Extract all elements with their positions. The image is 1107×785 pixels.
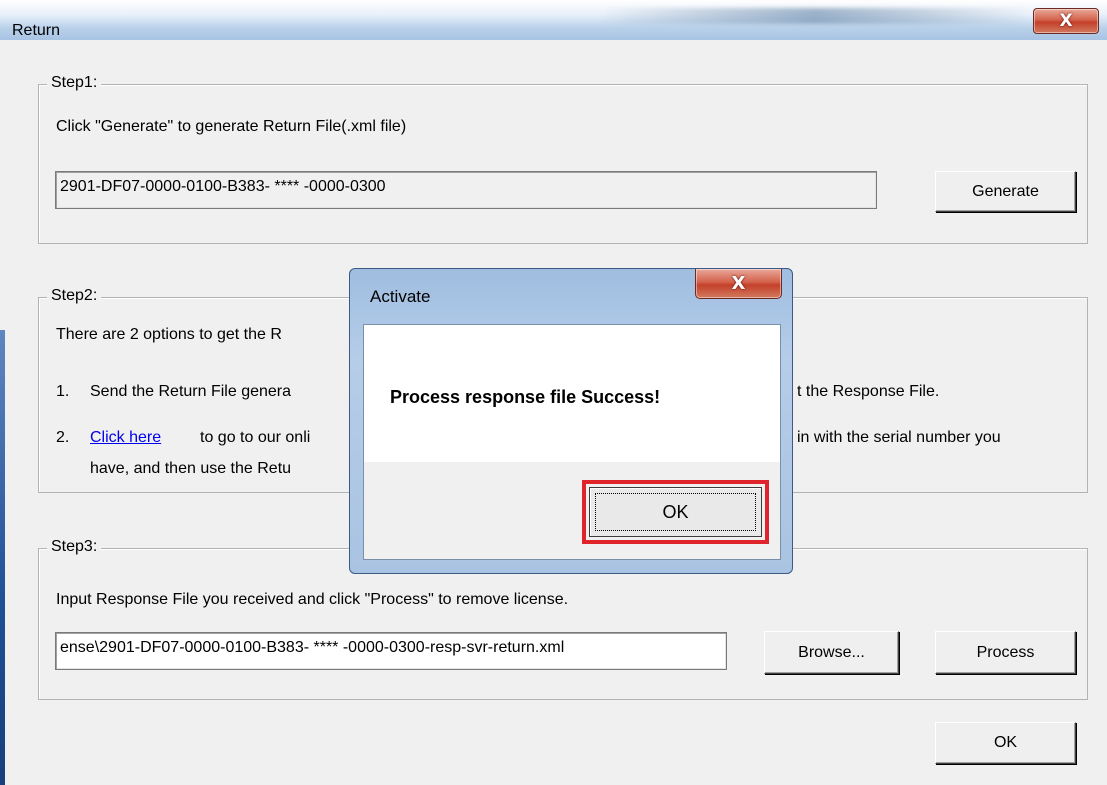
dialog-ok-button[interactable]: OK — [589, 487, 762, 537]
dialog-close-button[interactable]: X — [695, 269, 782, 299]
step3-legend: Step3: — [47, 538, 102, 556]
close-icon: X — [731, 273, 746, 294]
window-edge — [0, 330, 5, 785]
option1-number: 1. — [56, 383, 70, 400]
dialog-body: Process response file Success! OK — [363, 324, 781, 560]
success-message: Process response file Success! — [390, 387, 661, 407]
option1-text: Send the Return File genera — [90, 383, 292, 400]
title-bar-glass — [600, 8, 1030, 24]
generate-button[interactable]: Generate — [935, 171, 1076, 212]
close-button[interactable]: X — [1033, 8, 1099, 34]
option2-text-end: in with the serial number you — [797, 429, 1001, 446]
process-button[interactable]: Process — [935, 631, 1076, 674]
close-icon: X — [1059, 11, 1073, 31]
dialog-ok-label: OK — [662, 501, 689, 522]
step2-intro: There are 2 options to get the R — [56, 326, 282, 343]
dialog-message-area: Process response file Success! — [364, 325, 780, 462]
response-file-field[interactable]: ense\2901-DF07-0000-0100-B383- **** -000… — [55, 632, 727, 670]
click-here-link[interactable]: Click here — [90, 429, 161, 447]
option2-number: 2. — [56, 429, 70, 446]
serial-number-field[interactable]: 2901-DF07-0000-0100-B383- **** -0000-030… — [55, 171, 877, 209]
step1-legend: Step1: — [47, 74, 102, 92]
option1-text-end: t the Response File. — [797, 383, 940, 400]
step2-legend: Step2: — [47, 287, 102, 305]
window-title: Return — [12, 22, 61, 39]
option2-text: to go to our onli — [200, 429, 311, 446]
step1-group: Step1: — [38, 74, 1088, 244]
browse-button[interactable]: Browse... — [764, 631, 899, 674]
dialog-title: Activate — [370, 287, 431, 306]
ok-button[interactable]: OK — [935, 722, 1076, 764]
activate-dialog: Activate X Process response file Success… — [349, 268, 793, 574]
title-bar[interactable]: Return X — [0, 0, 1107, 40]
step3-instruction: Input Response File you received and cli… — [56, 591, 569, 608]
option2-line2: have, and then use the Retu — [90, 460, 292, 477]
step1-instruction: Click "Generate" to generate Return File… — [56, 118, 407, 135]
